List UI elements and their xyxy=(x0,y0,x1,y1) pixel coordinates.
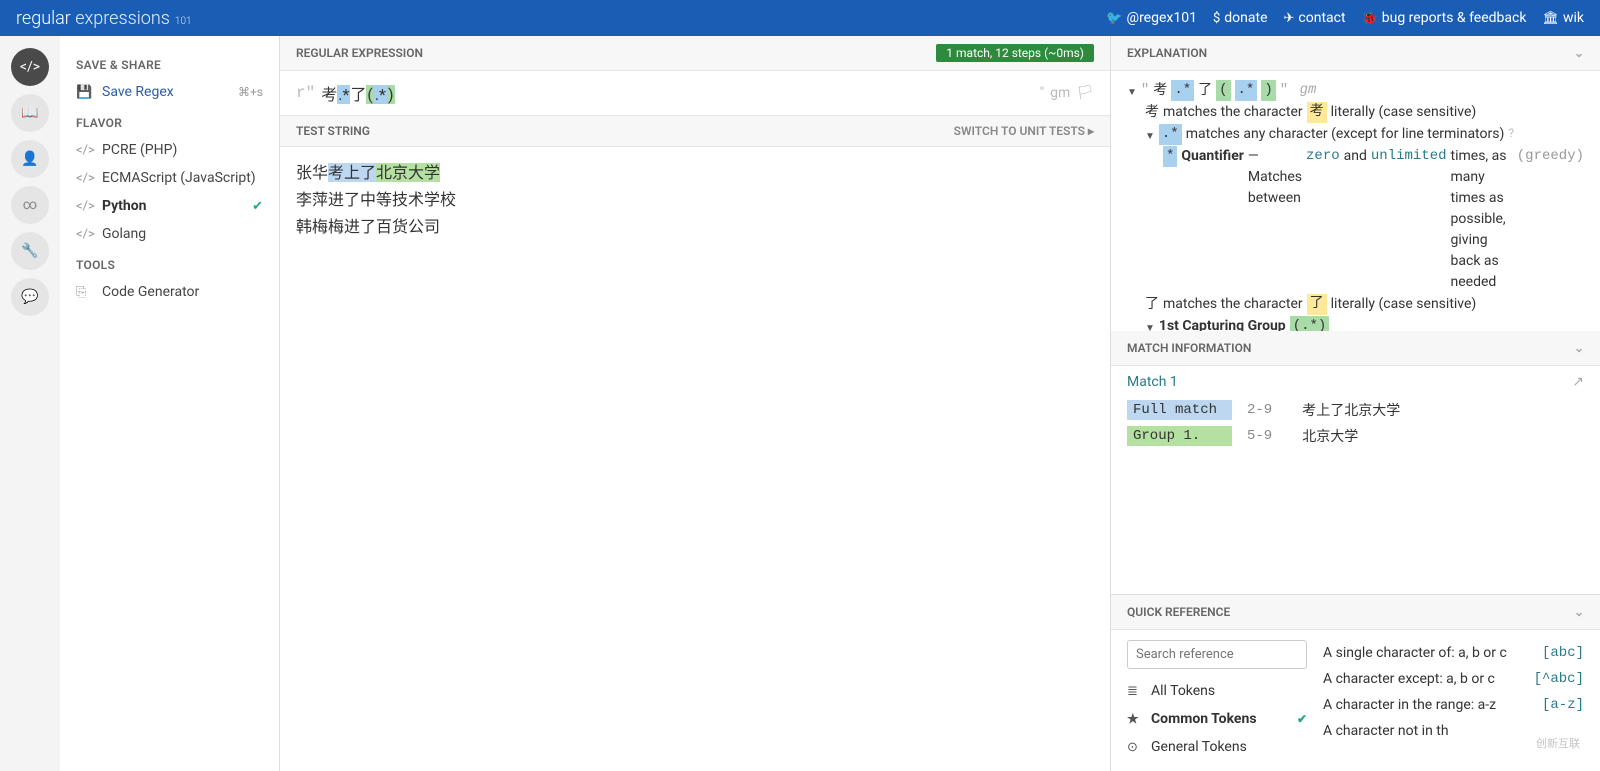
flavor-python[interactable]: </>Python✔ xyxy=(60,192,279,220)
collapse-icon[interactable]: ⌄ xyxy=(1574,46,1584,60)
list-icon: ≣ xyxy=(1127,684,1141,699)
switch-unit-tests[interactable]: SWITCH TO UNIT TESTS ▸ xyxy=(954,124,1094,138)
dollar-icon: $ xyxy=(1213,11,1220,26)
sidebar: SAVE & SHARE 💾 Save Regex ⌘+s FLAVOR </>… xyxy=(60,36,280,771)
link-donate[interactable]: $donate xyxy=(1213,10,1268,26)
exp-kao: 考 matches the character 考 literally (cas… xyxy=(1145,102,1584,123)
flag-icon: 🏳 xyxy=(1076,85,1094,101)
exp-le: 了 matches the character 了 literally (cas… xyxy=(1145,294,1584,315)
test-line-3: 韩梅梅进了百货公司 xyxy=(296,213,1094,240)
link-bugs[interactable]: 🐞bug reports & feedback xyxy=(1362,10,1527,26)
main-area: REGULAR EXPRESSION 1 match, 12 steps (~0… xyxy=(280,36,1110,771)
logo[interactable]: regular expressions 101 xyxy=(16,8,192,29)
regex-title: REGULAR EXPRESSION xyxy=(296,46,423,60)
tool-codegen[interactable]: ⎘Code Generator xyxy=(60,278,279,306)
quick-reference: QUICK REFERENCE ⌄ ≣All Tokens ★Common To… xyxy=(1111,594,1600,771)
icon-bar: </> 📖 👤 ∞ 🔧 💬 xyxy=(0,36,60,771)
nav-library-icon[interactable]: 📖 xyxy=(11,94,49,132)
code-icon: </> xyxy=(76,143,92,158)
qr-ref-row[interactable]: A single character of: a, b or c[abc] xyxy=(1323,640,1584,666)
regex-flags[interactable]: " gm 🏳 xyxy=(1040,85,1094,101)
plane-icon: ✈ xyxy=(1284,11,1295,26)
nav-debugger-icon[interactable]: ∞ xyxy=(11,186,49,224)
nav-regex-icon[interactable]: </> xyxy=(11,48,49,86)
qr-cat-common[interactable]: ★Common Tokens✔ xyxy=(1127,705,1307,733)
codegen-icon: ⎘ xyxy=(76,285,92,300)
test-line-1: 张华考上了北京大学 xyxy=(296,159,1094,186)
link-twitter[interactable]: 🐦@regex101 xyxy=(1106,10,1197,26)
flavor-golang[interactable]: </>Golang xyxy=(60,220,279,248)
nav-chat-icon[interactable]: 💬 xyxy=(11,278,49,316)
save-regex-button[interactable]: 💾 Save Regex ⌘+s xyxy=(60,78,279,106)
qr-cat-general[interactable]: ⊙General Tokens xyxy=(1127,733,1307,761)
wiki-icon: 🏛 xyxy=(1542,11,1559,26)
test-header: TEST STRING SWITCH TO UNIT TESTS ▸ xyxy=(280,116,1110,147)
save-share-title: SAVE & SHARE xyxy=(60,48,279,78)
flavor-pcre[interactable]: </>PCRE (PHP) xyxy=(60,136,279,164)
match-row-group1: Group 1. 5-9 北京大学 xyxy=(1127,426,1584,446)
link-contact[interactable]: ✈contact xyxy=(1284,10,1346,26)
star-icon: ★ xyxy=(1127,712,1141,727)
flavor-js[interactable]: </>ECMAScript (JavaScript) xyxy=(60,164,279,192)
match-label: Match 1 xyxy=(1127,374,1178,390)
match-row-full: Full match 2-9 考上了北京大学 xyxy=(1127,400,1584,420)
code-icon: </> xyxy=(76,227,92,242)
test-line-2: 李萍进了中等技术学校 xyxy=(296,186,1094,213)
watermark: 创新互联 xyxy=(1536,735,1580,751)
tools-title: TOOLS xyxy=(60,248,279,278)
code-icon: </> xyxy=(76,199,92,214)
app-body: </> 📖 👤 ∞ 🔧 💬 SAVE & SHARE 💾 Save Regex … xyxy=(0,36,1600,771)
match-info-body: Match 1 ↗ Full match 2-9 考上了北京大学 Group 1… xyxy=(1111,366,1600,460)
help-icon[interactable]: ? xyxy=(1508,124,1514,142)
qr-ref-row[interactable]: A character in the range: a-z[a-z] xyxy=(1323,692,1584,718)
collapse-icon[interactable]: ⌄ xyxy=(1574,605,1584,619)
check-icon: ✔ xyxy=(252,199,263,214)
save-icon: 💾 xyxy=(76,85,92,100)
regex-input[interactable]: r" 考.*了(.*) " gm 🏳 xyxy=(280,71,1110,116)
collapse-icon[interactable]: ⌄ xyxy=(1574,341,1584,355)
logo-main: regular xyxy=(16,8,71,29)
explanation-body: ▼" 考.*了(.*) " gm 考 matches the character… xyxy=(1111,71,1600,331)
tri-icon[interactable]: ▼ xyxy=(1127,85,1137,100)
export-icon[interactable]: ↗ xyxy=(1572,374,1584,390)
right-panel: EXPLANATION ⌄ ▼" 考.*了(.*) " gm 考 matches… xyxy=(1110,36,1600,771)
tri-icon[interactable]: ▼ xyxy=(1145,321,1155,331)
qr-ref-row[interactable]: A character except: a, b or c[^abc] xyxy=(1323,666,1584,692)
bug-icon: 🐞 xyxy=(1362,11,1378,26)
regex-header: REGULAR EXPRESSION 1 match, 12 steps (~0… xyxy=(280,36,1110,71)
quickref-search[interactable] xyxy=(1127,640,1307,669)
code-icon: </> xyxy=(76,171,92,186)
match-badge: 1 match, 12 steps (~0ms) xyxy=(936,44,1094,62)
quickref-header: QUICK REFERENCE ⌄ xyxy=(1111,595,1600,630)
match-info-header: MATCH INFORMATION ⌄ xyxy=(1111,331,1600,366)
tri-icon[interactable]: ▼ xyxy=(1145,129,1155,144)
test-string-input[interactable]: 张华考上了北京大学 李萍进了中等技术学校 韩梅梅进了百货公司 xyxy=(280,147,1110,771)
twitter-icon: 🐦 xyxy=(1106,11,1122,26)
explanation-header: EXPLANATION ⌄ xyxy=(1111,36,1600,71)
logo-rest: expressions xyxy=(71,8,170,29)
flavor-title: FLAVOR xyxy=(60,106,279,136)
nav-account-icon[interactable]: 👤 xyxy=(11,140,49,178)
link-wiki[interactable]: 🏛wik xyxy=(1542,10,1584,26)
regex-prefix: r" xyxy=(296,84,315,102)
top-links: 🐦@regex101 $donate ✈contact 🐞bug reports… xyxy=(1106,10,1584,26)
qr-cat-all[interactable]: ≣All Tokens xyxy=(1127,677,1307,705)
exp-quant: * Quantifier — Matches between zero and … xyxy=(1163,146,1584,293)
test-title: TEST STRING xyxy=(296,124,370,138)
dot-icon: ⊙ xyxy=(1127,740,1141,755)
check-icon: ✔ xyxy=(1297,712,1307,726)
top-bar: regular expressions 101 🐦@regex101 $donat… xyxy=(0,0,1600,36)
regex-pattern[interactable]: 考.*了(.*) xyxy=(315,81,1039,105)
nav-settings-icon[interactable]: 🔧 xyxy=(11,232,49,270)
logo-sub: 101 xyxy=(175,16,192,27)
